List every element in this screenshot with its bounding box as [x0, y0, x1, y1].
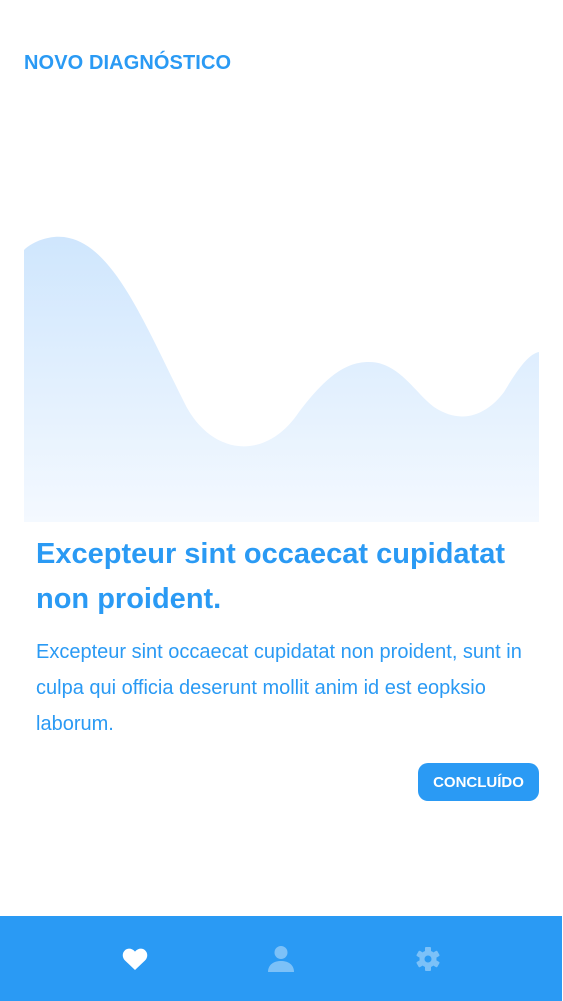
- page-title: NOVO DIAGNÓSTICO: [24, 52, 232, 74]
- wave-illustration: [24, 232, 539, 522]
- wave-graphic: [24, 236, 539, 522]
- gear-icon: [416, 947, 440, 971]
- person-icon: [268, 946, 294, 972]
- nav-item-profile[interactable]: [266, 944, 296, 974]
- content-body: Excepteur sint occaecat cupidatat non pr…: [36, 641, 522, 735]
- nav-item-favorites[interactable]: [120, 944, 150, 974]
- done-button[interactable]: CONCLUÍDO: [418, 763, 539, 801]
- nav-item-settings[interactable]: [413, 944, 443, 974]
- wave-shape: [24, 236, 539, 522]
- bottom-nav: [0, 916, 562, 1001]
- heart-icon: [122, 948, 148, 970]
- content-heading: Excepteur sint occaecat cupidatat non pr…: [36, 538, 505, 615]
